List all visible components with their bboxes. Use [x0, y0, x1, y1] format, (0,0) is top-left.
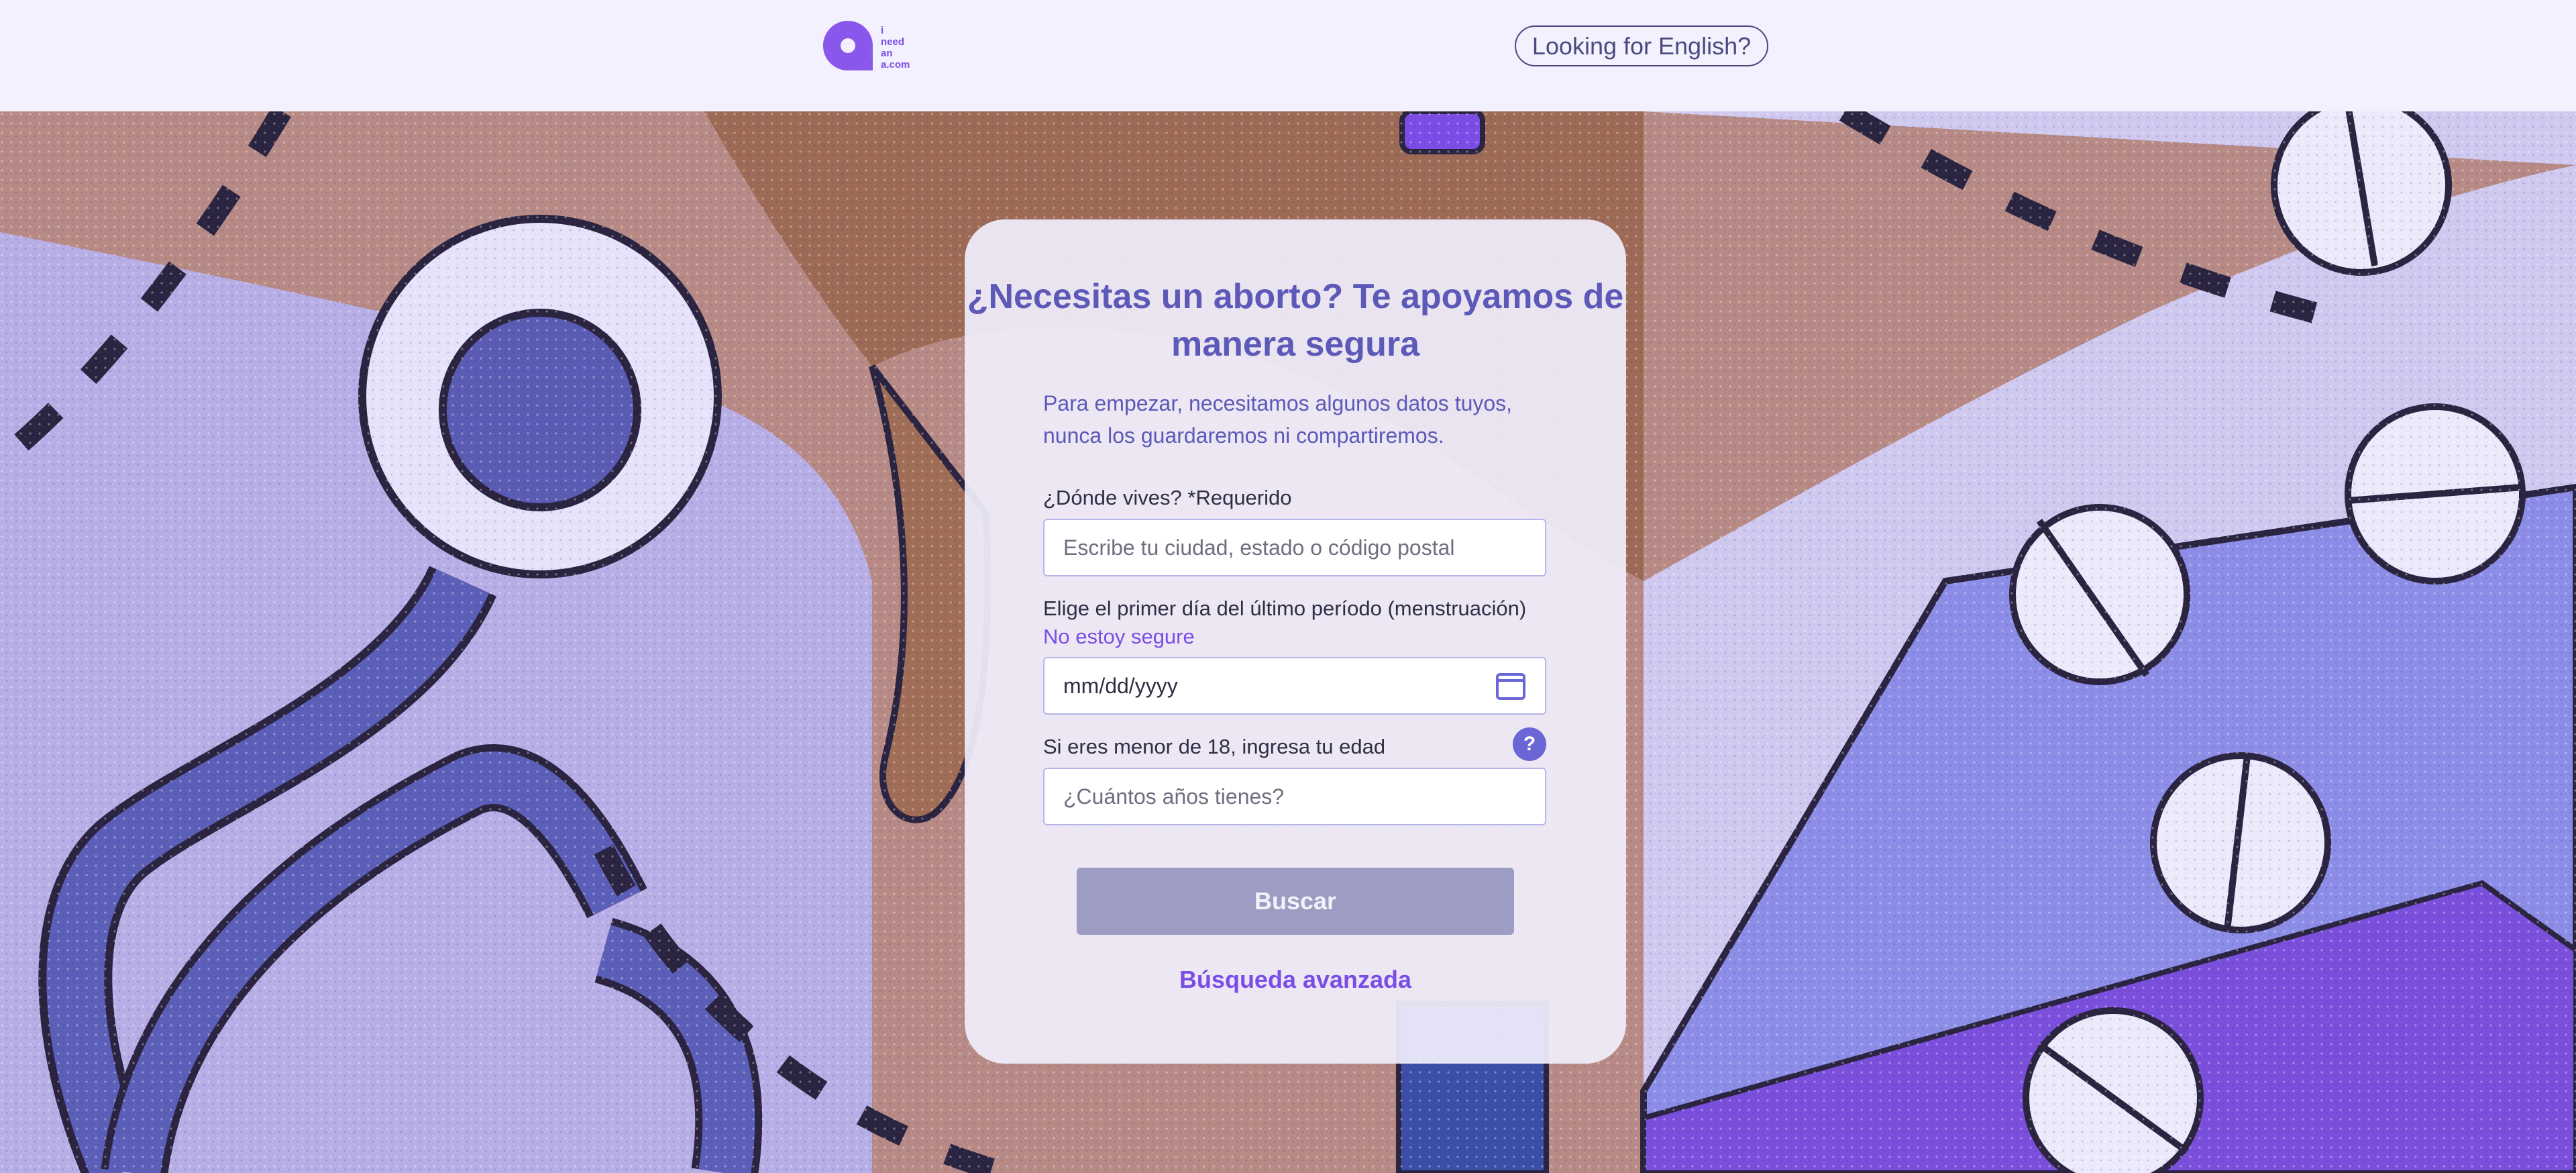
period-date-input[interactable]: mm/dd/yyyy: [1043, 657, 1546, 715]
logo-word: a.com: [881, 59, 910, 70]
period-label: Elige el primer día del último período (…: [1043, 597, 1527, 620]
age-label: Si eres menor de 18, ingresa tu edad: [1043, 735, 1386, 758]
help-icon[interactable]: ?: [1513, 727, 1546, 761]
location-input[interactable]: [1043, 519, 1546, 576]
search-form-card: ¿Necesitas un aborto? Te apoyamos de man…: [965, 219, 1626, 1064]
logo-icon: [823, 21, 873, 70]
calendar-icon[interactable]: [1495, 671, 1526, 701]
form-title: ¿Necesitas un aborto? Te apoyamos de man…: [967, 277, 1624, 364]
search-button[interactable]: Buscar: [1077, 868, 1514, 935]
not-sure-link[interactable]: No estoy segure: [1043, 623, 1195, 650]
logo-word: need: [881, 36, 905, 48]
site-header: i need an a.com Looking for English?: [0, 0, 2576, 111]
language-switch-button[interactable]: Looking for English?: [1515, 26, 1768, 66]
logo-wordmark: i need an a.com: [881, 25, 910, 70]
date-placeholder: mm/dd/yyyy: [1063, 673, 1178, 698]
logo-word: i: [881, 25, 884, 36]
advanced-search-link[interactable]: Búsqueda avanzada: [965, 966, 1626, 994]
age-input[interactable]: [1043, 768, 1546, 825]
site-logo[interactable]: i need an a.com: [822, 19, 910, 72]
form-subtitle: Para empezar, necesitamos algunos datos …: [1043, 391, 1513, 448]
location-label: ¿Dónde vives? *Requerido: [1043, 486, 1292, 509]
logo-word: an: [881, 48, 893, 59]
